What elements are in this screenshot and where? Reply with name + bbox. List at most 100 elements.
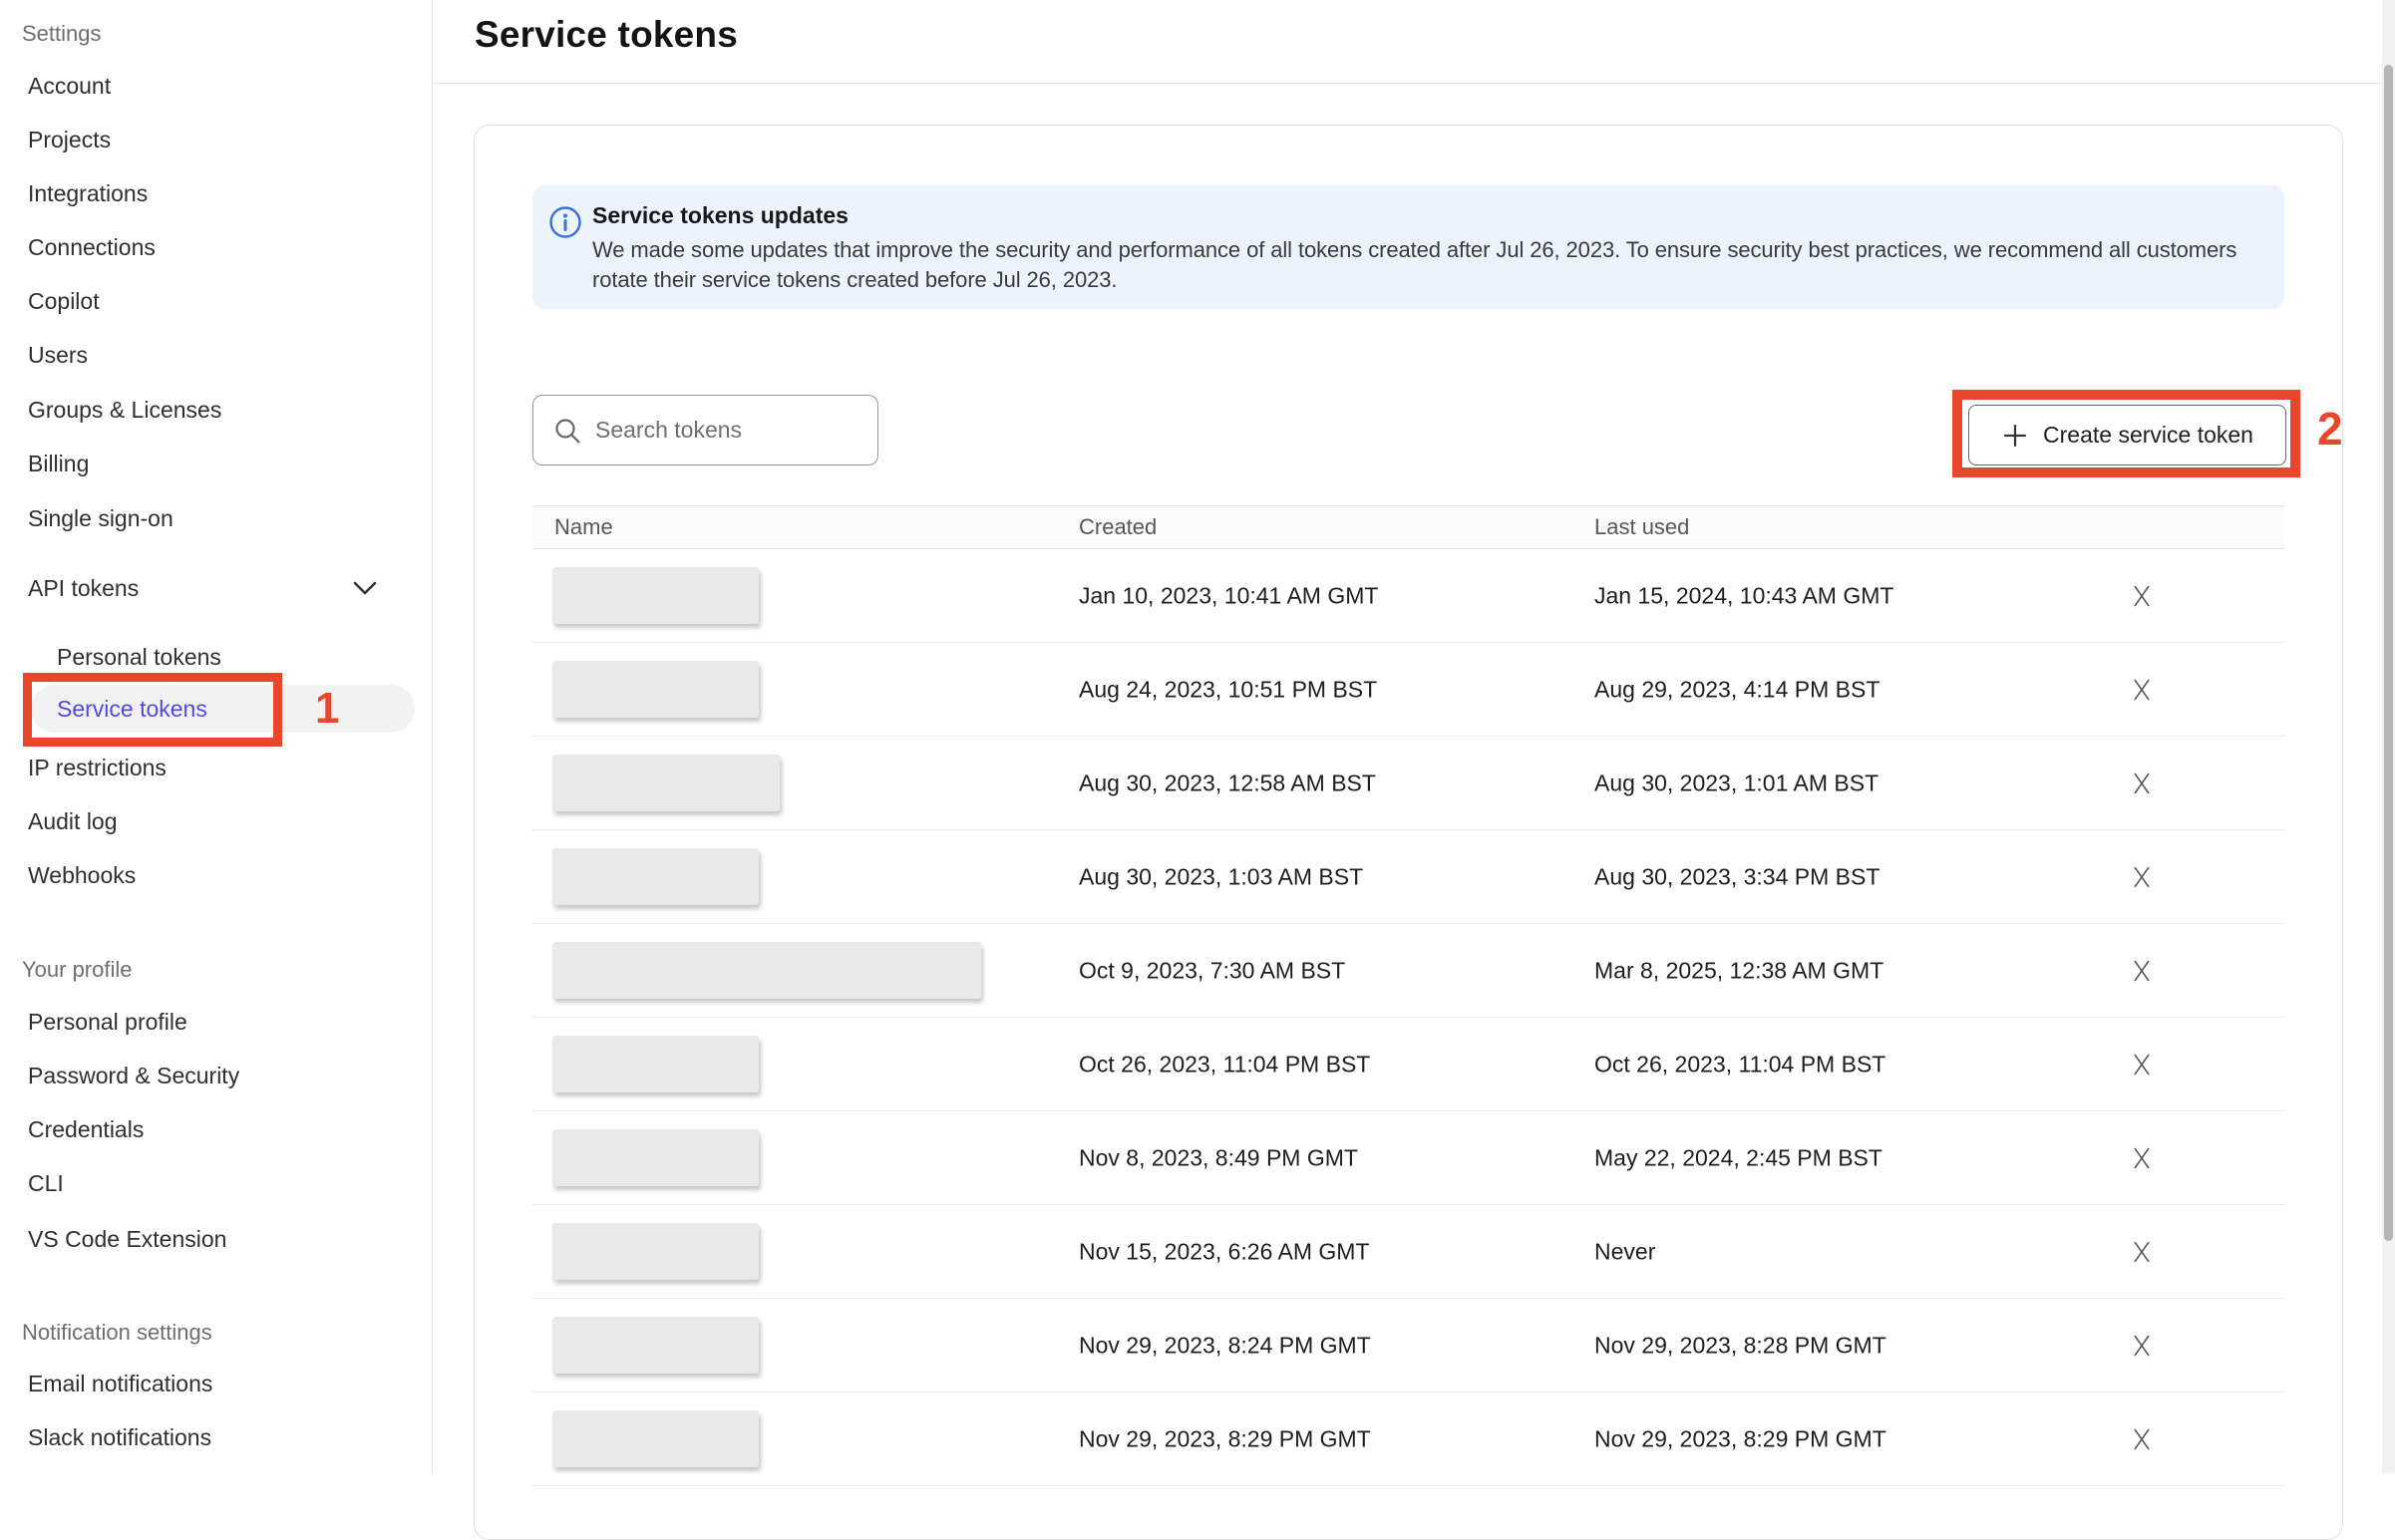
close-icon (2128, 1051, 2156, 1078)
token-name-redacted (552, 1317, 759, 1374)
table-row: Nov 29, 2023, 8:24 PM GMT Nov 29, 2023, … (532, 1299, 2284, 1392)
column-header-created: Created (1079, 514, 1157, 540)
last-used-cell: Jan 15, 2024, 10:43 AM GMT (1594, 582, 1893, 609)
sidebar-item-vs-code-extension[interactable]: VS Code Extension (28, 1212, 226, 1266)
service-tokens-table: Name Created Last used Jan 10, 2023, 10:… (532, 505, 2284, 1486)
update-banner: Service tokens updates We made some upda… (532, 185, 2284, 309)
sidebar-item-cli[interactable]: CLI (28, 1156, 64, 1210)
sidebar-item-integrations[interactable]: Integrations (28, 166, 148, 220)
close-icon (2128, 770, 2156, 797)
table-row: Nov 15, 2023, 6:26 AM GMT Never (532, 1205, 2284, 1299)
sidebar-item-email-notifications[interactable]: Email notifications (28, 1357, 212, 1410)
delete-token-button[interactable] (2122, 1232, 2162, 1272)
close-icon (2128, 863, 2156, 891)
delete-token-button[interactable] (2122, 857, 2162, 897)
sidebar-item-ip-restrictions[interactable]: IP restrictions (28, 741, 167, 794)
last-used-cell: Nov 29, 2023, 8:28 PM GMT (1594, 1332, 1886, 1359)
page-title: Service tokens (475, 14, 738, 56)
delete-token-button[interactable] (2122, 951, 2162, 991)
token-name-redacted (552, 1223, 759, 1280)
token-name-redacted (552, 661, 759, 718)
delete-token-button[interactable] (2122, 576, 2162, 616)
sidebar-item-personal-tokens[interactable]: Personal tokens (57, 630, 221, 684)
token-name-redacted (552, 1129, 759, 1186)
sidebar-item-credentials[interactable]: Credentials (28, 1102, 144, 1156)
token-name-redacted (552, 567, 759, 624)
delete-token-button[interactable] (2122, 670, 2162, 710)
banner-body: We made some updates that improve the se… (592, 235, 2277, 295)
table-row: Jan 10, 2023, 10:41 AM GMT Jan 15, 2024,… (532, 549, 2284, 643)
sidebar-item-copilot[interactable]: Copilot (28, 274, 100, 328)
created-cell: Aug 24, 2023, 10:51 PM BST (1079, 676, 1377, 703)
created-cell: Aug 30, 2023, 12:58 AM BST (1079, 770, 1376, 796)
token-name-redacted (552, 848, 759, 905)
sidebar-item-single-sign-on[interactable]: Single sign-on (28, 491, 173, 545)
main-content: Service tokens Service tokens updates We… (433, 0, 2395, 1473)
search-input[interactable] (595, 396, 869, 464)
service-tokens-card: Service tokens updates We made some upda… (474, 125, 2343, 1540)
last-used-cell: Aug 30, 2023, 1:01 AM BST (1594, 770, 1879, 796)
last-used-cell: Aug 29, 2023, 4:14 PM BST (1594, 676, 1880, 703)
sidebar-item-personal-profile[interactable]: Personal profile (28, 995, 187, 1049)
search-icon (553, 417, 582, 446)
sidebar-item-password-security[interactable]: Password & Security (28, 1049, 239, 1102)
settings-sidebar: Settings Account Projects Integrations C… (0, 0, 433, 1473)
delete-token-button[interactable] (2122, 1419, 2162, 1459)
last-used-cell: Oct 26, 2023, 11:04 PM BST (1594, 1051, 1885, 1078)
last-used-cell: Never (1594, 1238, 1655, 1265)
scrollbar-thumb[interactable] (2384, 65, 2393, 1241)
sidebar-item-groups-licenses[interactable]: Groups & Licenses (28, 383, 221, 437)
delete-token-button[interactable] (2122, 1045, 2162, 1084)
sidebar-item-api-tokens[interactable]: API tokens (28, 561, 139, 615)
column-header-last-used: Last used (1594, 514, 1689, 540)
header-divider (433, 83, 2395, 84)
token-name-redacted (552, 1036, 759, 1092)
close-icon (2128, 1238, 2156, 1266)
created-cell: Oct 9, 2023, 7:30 AM BST (1079, 957, 1345, 984)
sidebar-item-label: Service tokens (31, 685, 415, 733)
plus-icon (2001, 422, 2029, 450)
sidebar-item-audit-log[interactable]: Audit log (28, 794, 118, 848)
table-row: Aug 30, 2023, 1:03 AM BST Aug 30, 2023, … (532, 830, 2284, 924)
table-row: Nov 29, 2023, 8:29 PM GMT Nov 29, 2023, … (532, 1392, 2284, 1486)
token-name-redacted (552, 755, 780, 811)
last-used-cell: Aug 30, 2023, 3:34 PM BST (1594, 863, 1880, 890)
table-row: Oct 26, 2023, 11:04 PM BST Oct 26, 2023,… (532, 1018, 2284, 1111)
search-tokens-field[interactable] (532, 395, 878, 465)
table-row: Aug 24, 2023, 10:51 PM BST Aug 29, 2023,… (532, 643, 2284, 737)
created-cell: Oct 26, 2023, 11:04 PM BST (1079, 1051, 1370, 1078)
sidebar-item-slack-notifications[interactable]: Slack notifications (28, 1410, 211, 1464)
create-service-token-button[interactable]: Create service token (1968, 405, 2286, 465)
sidebar-item-webhooks[interactable]: Webhooks (28, 848, 136, 902)
sidebar-section-settings: Settings (22, 19, 102, 49)
created-cell: Aug 30, 2023, 1:03 AM BST (1079, 863, 1363, 890)
created-cell: Nov 29, 2023, 8:24 PM GMT (1079, 1332, 1371, 1359)
vertical-scrollbar[interactable] (2382, 0, 2395, 1473)
sidebar-item-users[interactable]: Users (28, 328, 88, 382)
delete-token-button[interactable] (2122, 764, 2162, 803)
last-used-cell: Mar 8, 2025, 12:38 AM GMT (1594, 957, 1883, 984)
sidebar-section-notification-settings: Notification settings (22, 1318, 212, 1348)
sidebar-item-projects[interactable]: Projects (28, 113, 111, 166)
table-header-row: Name Created Last used (532, 505, 2284, 549)
token-name-redacted (552, 942, 981, 999)
created-cell: Nov 15, 2023, 6:26 AM GMT (1079, 1238, 1369, 1265)
delete-token-button[interactable] (2122, 1138, 2162, 1178)
last-used-cell: Nov 29, 2023, 8:29 PM GMT (1594, 1425, 1886, 1452)
info-icon (548, 205, 582, 244)
sidebar-section-your-profile: Your profile (22, 955, 132, 985)
table-row: Oct 9, 2023, 7:30 AM BST Mar 8, 2025, 12… (532, 924, 2284, 1018)
delete-token-button[interactable] (2122, 1326, 2162, 1366)
created-cell: Nov 29, 2023, 8:29 PM GMT (1079, 1425, 1371, 1452)
token-name-redacted (552, 1410, 759, 1467)
sidebar-item-account[interactable]: Account (28, 59, 111, 113)
table-row: Nov 8, 2023, 8:49 PM GMT May 22, 2024, 2… (532, 1111, 2284, 1205)
chevron-down-icon (351, 579, 379, 602)
sidebar-item-service-tokens[interactable]: Service tokens (31, 685, 415, 733)
sidebar-item-connections[interactable]: Connections (28, 220, 156, 274)
column-header-name: Name (554, 514, 613, 540)
last-used-cell: May 22, 2024, 2:45 PM BST (1594, 1144, 1882, 1171)
sidebar-item-billing[interactable]: Billing (28, 437, 89, 490)
close-icon (2128, 957, 2156, 985)
created-cell: Nov 8, 2023, 8:49 PM GMT (1079, 1144, 1358, 1171)
